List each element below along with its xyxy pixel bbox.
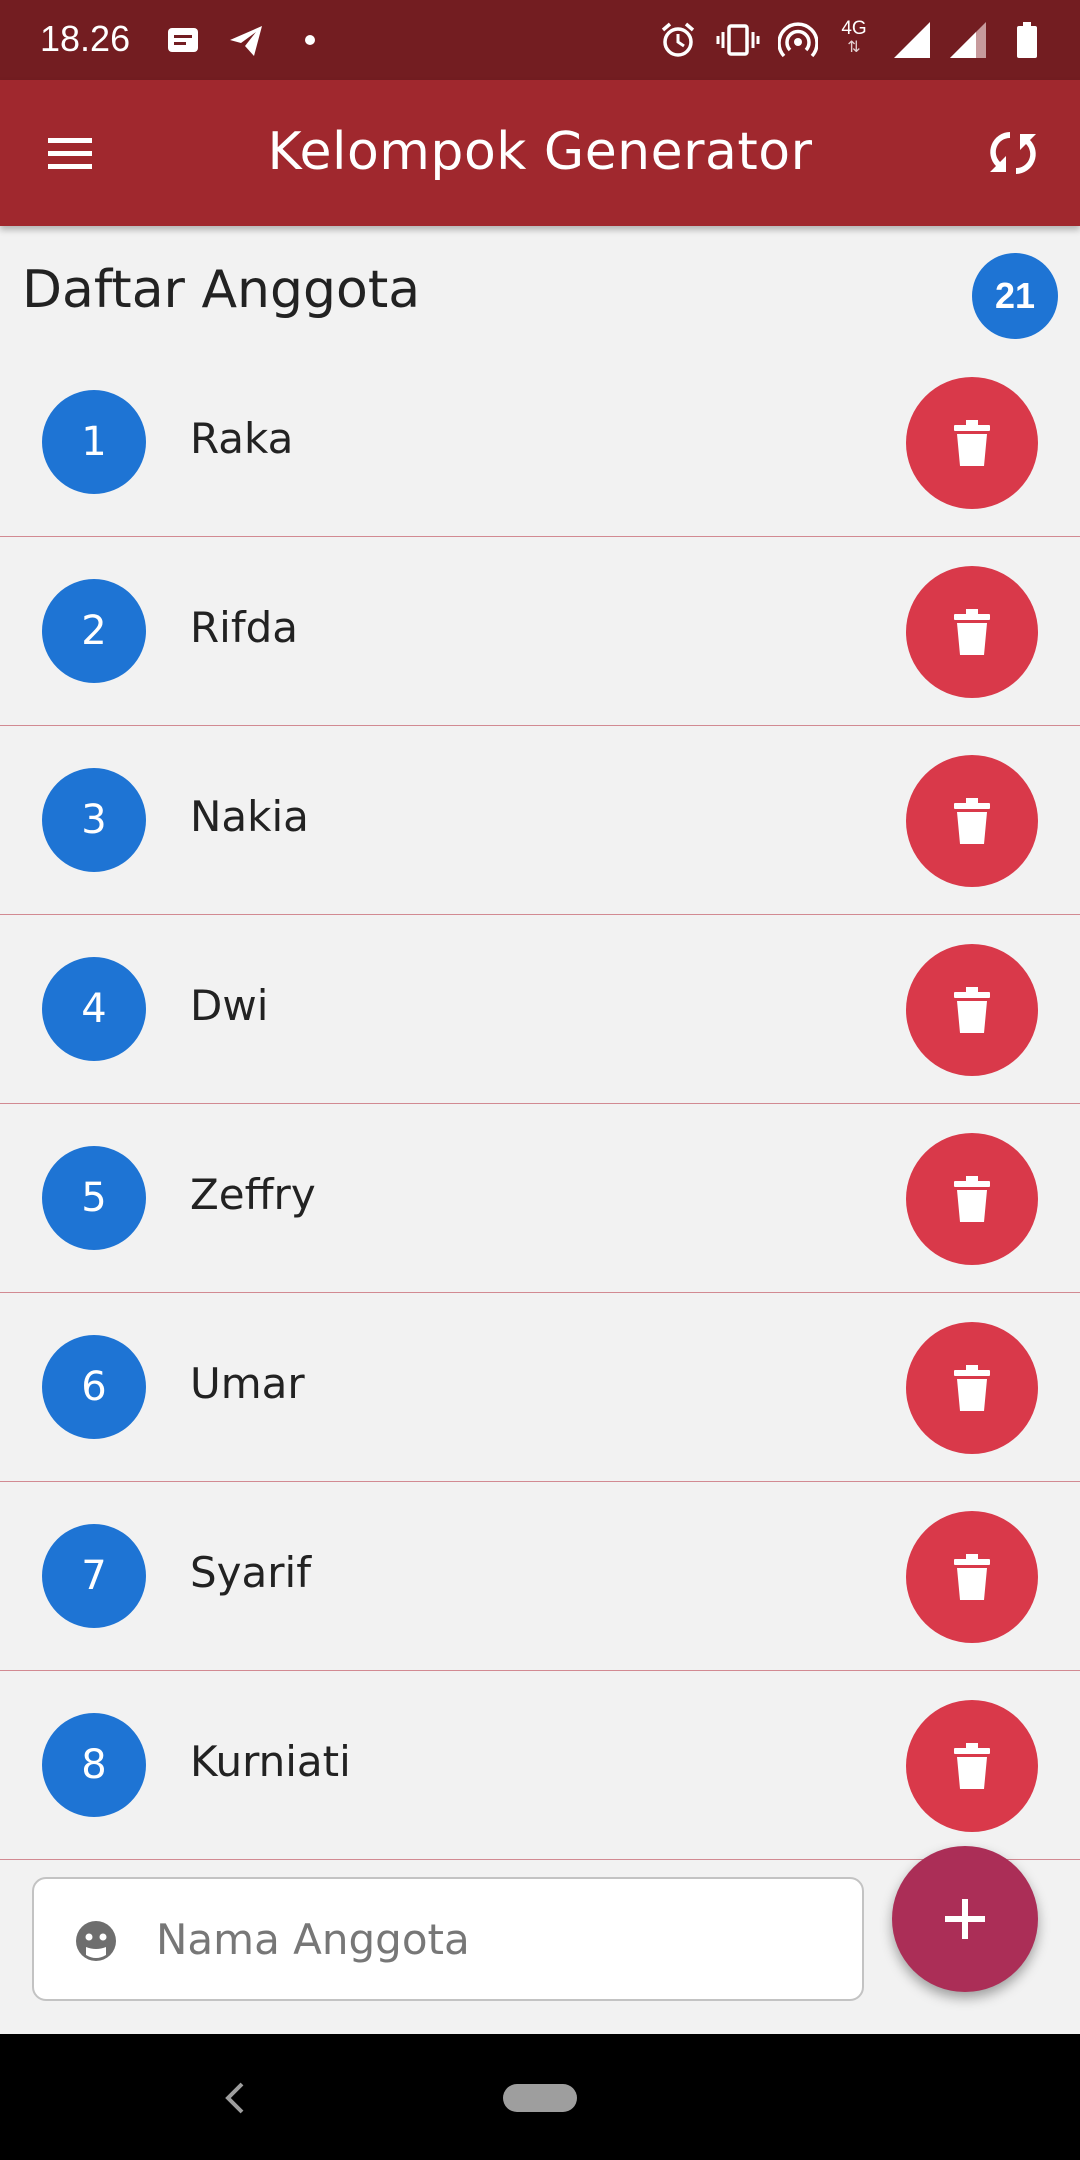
- member-name: Umar: [190, 1359, 305, 1408]
- trash-icon: [954, 1176, 990, 1222]
- member-name: Rifda: [190, 603, 299, 652]
- plus-icon: [945, 1899, 985, 1939]
- list-item: 5 Zeffry: [0, 1104, 1080, 1293]
- message-icon: [168, 28, 198, 52]
- member-list: 1 Raka 2 Rifda 3 Nakia 4 Dwi 5 Zeffry 6 …: [0, 348, 1080, 1860]
- trash-icon: [954, 987, 990, 1033]
- network-4g-icon: 4G ⇅: [841, 18, 867, 56]
- delete-button[interactable]: [906, 1133, 1038, 1265]
- member-name: Zeffry: [190, 1170, 316, 1219]
- network-label: 4G: [841, 18, 867, 39]
- member-name: Syarif: [190, 1548, 311, 1597]
- delete-button[interactable]: [906, 755, 1038, 887]
- shuffle-icon[interactable]: [982, 122, 1044, 184]
- name-input-container: [32, 1877, 864, 2001]
- status-time: 18.26: [40, 18, 131, 59]
- battery-icon: [1017, 22, 1037, 58]
- status-bar: 18.26 4G ⇅: [0, 0, 1080, 80]
- add-member-button[interactable]: [892, 1846, 1038, 1992]
- home-pill[interactable]: [503, 2084, 577, 2112]
- trash-icon: [954, 420, 990, 466]
- app-bar: Kelompok Generator: [0, 80, 1080, 226]
- member-name: Raka: [190, 414, 294, 463]
- delete-button[interactable]: [906, 1511, 1038, 1643]
- member-number: 6: [42, 1335, 146, 1439]
- member-number: 1: [42, 390, 146, 494]
- delete-button[interactable]: [906, 1700, 1038, 1832]
- list-item: 2 Rifda: [0, 537, 1080, 726]
- trash-icon: [954, 1554, 990, 1600]
- trash-icon: [954, 1743, 990, 1789]
- member-number: 7: [42, 1524, 146, 1628]
- trash-icon: [954, 798, 990, 844]
- alarm-icon: [661, 22, 695, 57]
- telegram-icon: [230, 26, 262, 56]
- trash-icon: [954, 609, 990, 655]
- member-count-badge: 21: [972, 253, 1058, 339]
- member-number: 2: [42, 579, 146, 683]
- member-number: 3: [42, 768, 146, 872]
- delete-button[interactable]: [906, 377, 1038, 509]
- list-item: 7 Syarif: [0, 1482, 1080, 1671]
- delete-button[interactable]: [906, 566, 1038, 698]
- member-number: 5: [42, 1146, 146, 1250]
- member-number: 4: [42, 957, 146, 1061]
- list-item: 1 Raka: [0, 348, 1080, 537]
- system-nav-bar: [0, 2034, 1080, 2160]
- trash-icon: [954, 1365, 990, 1411]
- list-item: 3 Nakia: [0, 726, 1080, 915]
- delete-button[interactable]: [906, 944, 1038, 1076]
- vibrate-icon: [716, 24, 760, 56]
- member-name: Dwi: [190, 981, 269, 1030]
- face-icon: [76, 1921, 116, 1961]
- member-number: 8: [42, 1713, 146, 1817]
- list-title: Daftar Anggota: [22, 260, 421, 320]
- back-icon[interactable]: [222, 2080, 248, 2116]
- list-item: 6 Umar: [0, 1293, 1080, 1482]
- member-name: Kurniati: [190, 1737, 351, 1786]
- list-header: Daftar Anggota 21: [0, 226, 1080, 356]
- name-input[interactable]: [156, 1879, 846, 1999]
- delete-button[interactable]: [906, 1322, 1038, 1454]
- member-name: Nakia: [190, 792, 309, 841]
- signal-icon: [894, 22, 930, 58]
- signal-icon-2: [950, 22, 986, 58]
- dot-icon: [305, 35, 315, 45]
- hotspot-icon: [778, 22, 818, 58]
- list-item: 8 Kurniati: [0, 1671, 1080, 1860]
- list-item: 4 Dwi: [0, 915, 1080, 1104]
- app-title: Kelompok Generator: [267, 122, 813, 182]
